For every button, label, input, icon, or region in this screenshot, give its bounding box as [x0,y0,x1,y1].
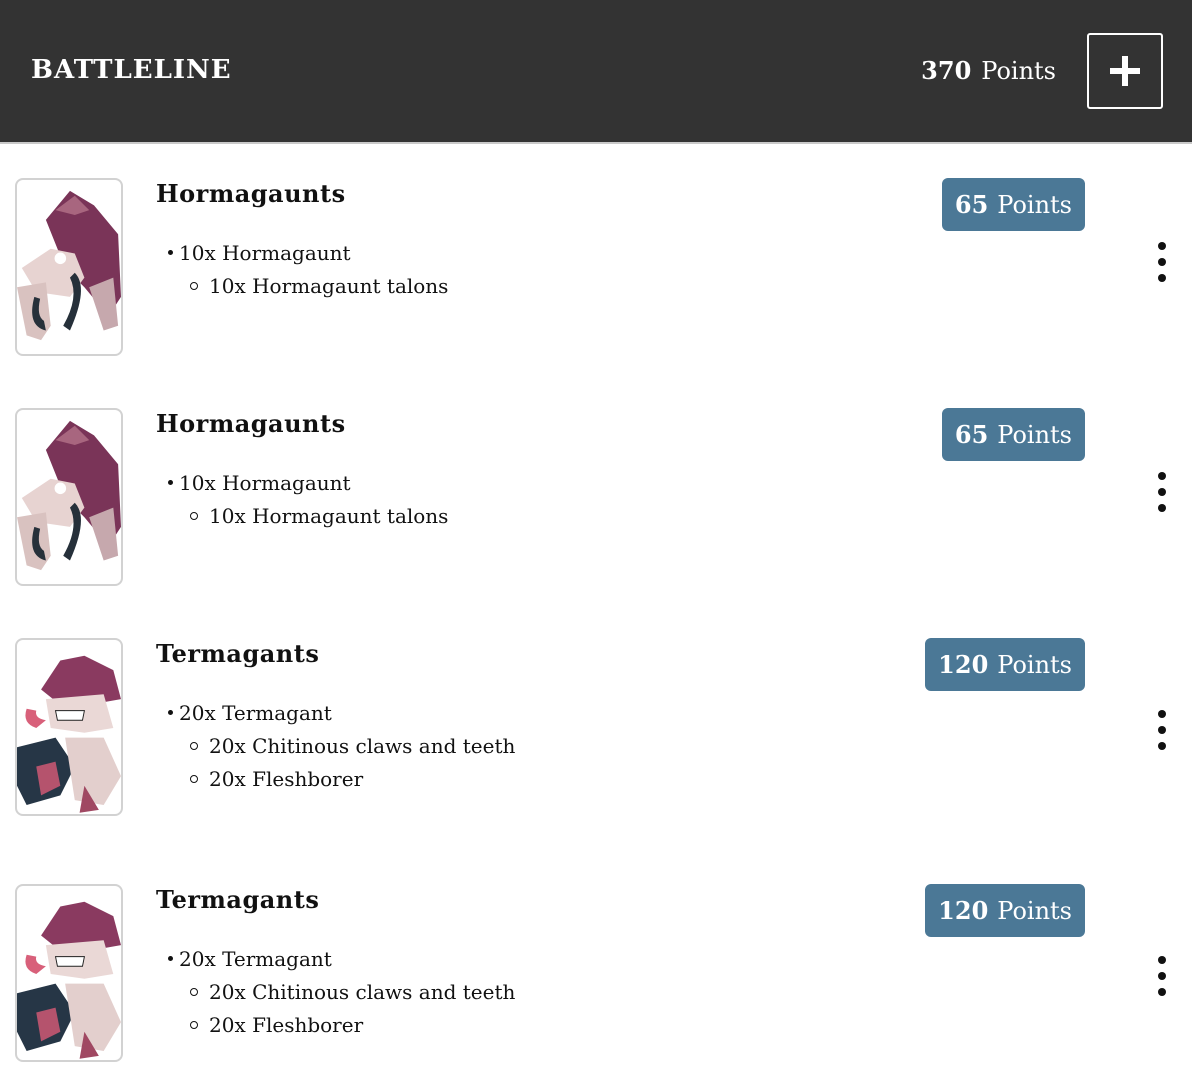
unit-thumbnail [15,178,123,356]
section-points-label: Points [981,57,1056,85]
unit-points-value: 65 [954,420,989,449]
unit-points-label: Points [997,650,1072,679]
unit-points-badge[interactable]: 120 Points [925,638,1085,691]
more-vertical-icon[interactable] [1150,472,1174,512]
unit-thumbnail [15,884,123,1062]
unit-points-label: Points [997,896,1072,925]
unit-model-line: 10x Hormagaunt [168,471,351,495]
unit-thumbnail [15,638,123,816]
unit-name: Termagants [156,885,320,914]
section-header: BATTLELINE 370 Points [0,0,1192,144]
unit-points-badge[interactable]: 120 Points [925,884,1085,937]
unit-weapon-line: 20x Fleshborer [190,767,363,791]
unit-card[interactable]: Termagants 120 Points 20x Termagant 20x C… [0,638,1192,818]
unit-points-label: Points [997,420,1072,449]
termagant-image [17,901,121,1059]
unit-name: Hormagaunts [156,179,346,208]
unit-weapon-line: 20x Chitinous claws and teeth [190,734,515,758]
unit-model-line: 10x Hormagaunt [168,241,351,265]
section-points-value: 370 [921,56,972,85]
unit-thumbnail [15,408,123,586]
more-vertical-icon[interactable] [1150,956,1174,996]
hormagaunt-image [17,190,121,341]
unit-points-badge[interactable]: 65 Points [941,178,1085,231]
add-unit-button[interactable] [1087,33,1163,109]
unit-points-value: 120 [938,650,989,679]
hormagaunt-image [17,420,121,571]
more-vertical-icon[interactable] [1150,242,1174,282]
unit-model-line: 20x Termagant [168,701,332,725]
unit-card[interactable]: Hormagaunts 65 Points 10x Hormagaunt 10x … [0,178,1192,358]
unit-points-label: Points [997,190,1072,219]
unit-weapon-line: 10x Hormagaunt talons [190,274,448,298]
unit-weapon-line: 10x Hormagaunt talons [190,504,448,528]
unit-card[interactable]: Hormagaunts 65 Points 10x Hormagaunt 10x … [0,408,1192,588]
unit-points-badge[interactable]: 65 Points [941,408,1085,461]
unit-weapon-line: 20x Chitinous claws and teeth [190,980,515,1004]
plus-icon [1110,56,1140,86]
termagant-image [17,655,121,813]
unit-points-value: 65 [954,190,989,219]
unit-model-line: 20x Termagant [168,947,332,971]
unit-name: Termagants [156,639,320,668]
unit-name: Hormagaunts [156,409,346,438]
unit-weapon-line: 20x Fleshborer [190,1013,363,1037]
section-title: BATTLELINE [31,55,232,85]
unit-card[interactable]: Termagants 120 Points 20x Termagant 20x C… [0,884,1192,1064]
more-vertical-icon[interactable] [1150,710,1174,750]
section-points-total: 370 Points [921,56,1056,85]
unit-points-value: 120 [938,896,989,925]
